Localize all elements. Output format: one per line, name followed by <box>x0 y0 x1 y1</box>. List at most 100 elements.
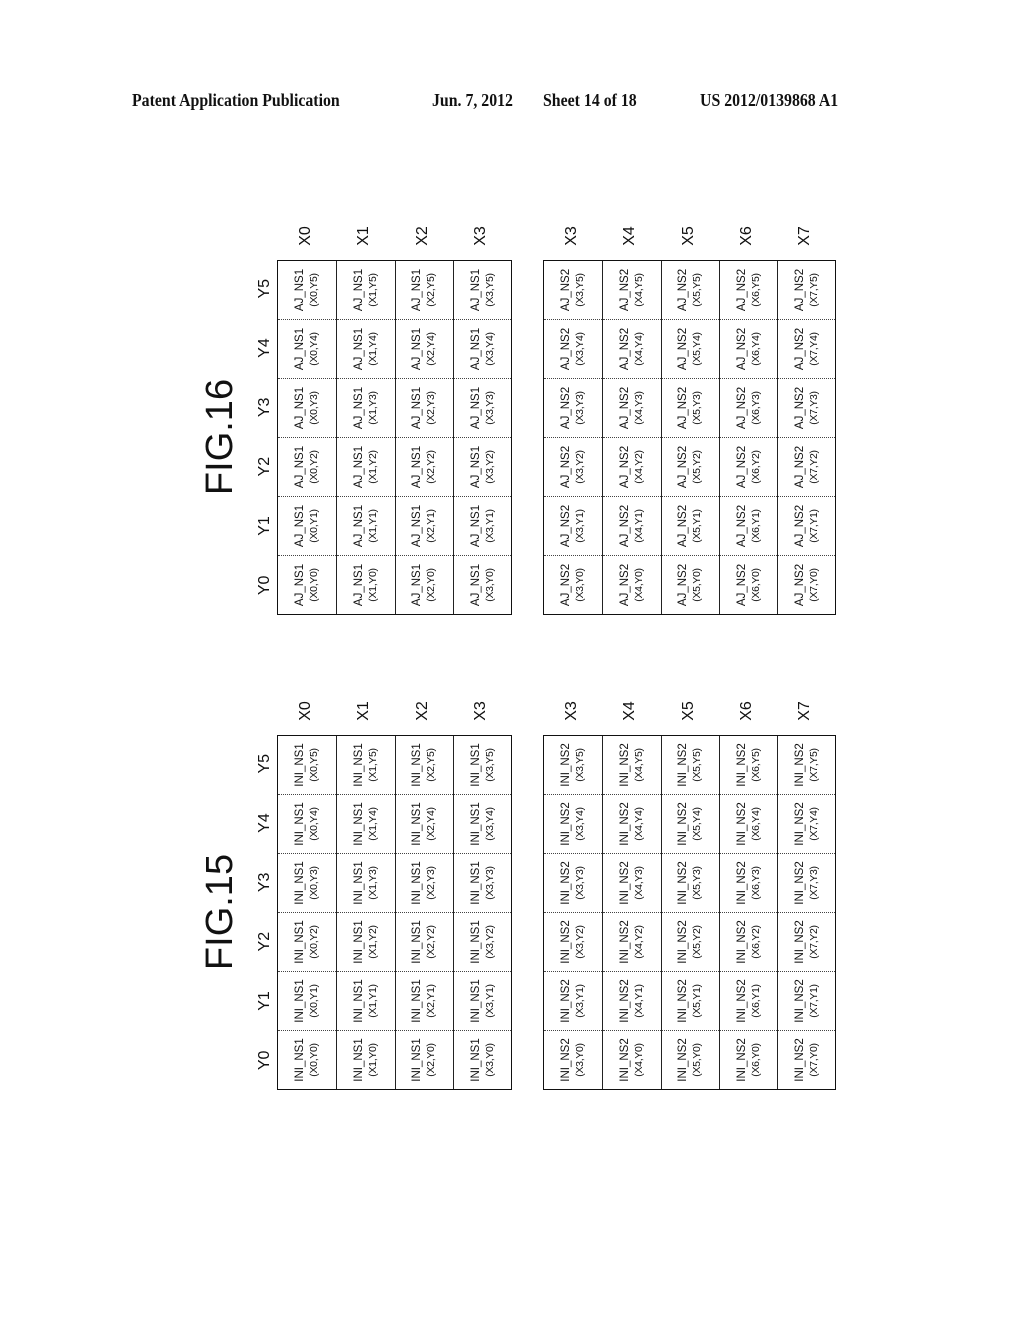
cell-coordinate: (X5,Y3) <box>691 391 704 425</box>
cell-coordinate: (X6,Y2) <box>749 450 762 484</box>
table-cell: INI_NS2 (X4,Y4) <box>603 795 661 854</box>
cell-coordinate: (X2,Y1) <box>425 509 438 543</box>
row-label: X3 <box>472 701 490 721</box>
table-row: AJ_NS2 (X4,Y0) AJ_NS2 (X4,Y1) AJ_NS2 (X4,Y2) A… <box>602 261 661 614</box>
cell-coordinate: (X4,Y4) <box>632 807 645 841</box>
table-cell: INI_NS1 (X1,Y3) <box>337 854 395 913</box>
cell-name: INI_NS1 <box>352 802 365 846</box>
cell-name: AJ_NS1 <box>411 386 424 430</box>
cell-coordinate: (X7,Y0) <box>807 568 820 602</box>
cell-coordinate: (X6,Y0) <box>749 568 762 602</box>
cell-name: AJ_NS2 <box>618 504 631 548</box>
table-aj-ns2: AJ_NS2 (X3,Y0) AJ_NS2 (X3,Y1) AJ_NS2 (X3,Y2) A… <box>543 260 837 615</box>
cell-name: AJ_NS2 <box>677 386 690 430</box>
table-row: INI_NS2 (X7,Y0) INI_NS2 (X7,Y1) INI_NS2 (X7,Y… <box>777 736 836 1089</box>
table-cell: AJ_NS1 (X1,Y2) <box>337 438 395 497</box>
cell-name: AJ_NS2 <box>560 327 573 371</box>
cell-coordinate: (X4,Y5) <box>632 748 645 782</box>
table-cell: AJ_NS1 (X0,Y4) <box>278 320 337 379</box>
cell-name: AJ_NS2 <box>677 327 690 371</box>
cell-coordinate: (X3,Y4) <box>483 332 496 366</box>
cell-name: INI_NS2 <box>560 920 573 964</box>
table-row: INI_NS1 (X2,Y0) INI_NS1 (X2,Y1) INI_NS1 (X2,Y… <box>394 736 453 1089</box>
cell-name: INI_NS1 <box>294 861 307 905</box>
cell-name: INI_NS1 <box>352 743 365 787</box>
table-row: AJ_NS2 (X3,Y0) AJ_NS2 (X3,Y1) AJ_NS2 (X3,Y2) A… <box>544 261 603 614</box>
cell-coordinate: (X6,Y3) <box>749 391 762 425</box>
table-cell: INI_NS2 (X7,Y3) <box>778 854 836 913</box>
table-cell: AJ_NS2 (X3,Y2) <box>544 438 603 497</box>
table-cell: AJ_NS2 (X7,Y5) <box>778 261 836 320</box>
table-cell: AJ_NS1 (X2,Y1) <box>395 497 453 556</box>
table-cell: AJ_NS2 (X7,Y3) <box>778 379 836 438</box>
table-cell: AJ_NS2 (X3,Y0) <box>544 556 602 614</box>
cell-name: AJ_NS2 <box>618 445 631 489</box>
table-cell: INI_NS2 (X4,Y2) <box>603 913 661 972</box>
cell-name: AJ_NS1 <box>294 268 307 312</box>
cell-coordinate: (X3,Y0) <box>574 568 587 602</box>
cell-name: AJ_NS2 <box>677 563 690 607</box>
cell-coordinate: (X1,Y3) <box>366 391 379 425</box>
table-cell: AJ_NS2 (X3,Y4) <box>544 320 603 379</box>
table-row: AJ_NS1 (X3,Y0) AJ_NS1 (X3,Y1) AJ_NS1 (X3,Y2) A… <box>452 261 512 614</box>
table-cell: AJ_NS1 (X3,Y0) <box>454 556 511 614</box>
cell-name: INI_NS1 <box>469 861 482 905</box>
cell-name: INI_NS1 <box>294 979 307 1023</box>
cell-name: AJ_NS1 <box>469 563 482 607</box>
table-cell: INI_NS2 (X7,Y0) <box>778 1031 835 1089</box>
cell-coordinate: (X7,Y4) <box>807 332 820 366</box>
table-cell: INI_NS1 (X1,Y0) <box>337 1031 394 1089</box>
column-label: Y5 <box>256 278 273 299</box>
row-label: X7 <box>796 226 814 246</box>
cell-coordinate: (X2,Y2) <box>425 925 438 959</box>
cell-coordinate: (X3,Y1) <box>483 984 496 1018</box>
table-row: AJ_NS1 (X2,Y0) AJ_NS1 (X2,Y1) AJ_NS1 (X2,Y2) A… <box>394 261 453 614</box>
table-cell: INI_NS1 (X3,Y5) <box>453 736 512 795</box>
cell-name: AJ_NS2 <box>735 327 748 371</box>
cell-name: AJ_NS2 <box>793 504 806 548</box>
cell-coordinate: (X3,Y3) <box>483 866 496 900</box>
table-row: INI_NS2 (X4,Y0) INI_NS2 (X4,Y1) INI_NS2 (X4,Y… <box>602 736 661 1089</box>
column-label: Y3 <box>256 397 273 418</box>
cell-coordinate: (X7,Y3) <box>807 866 820 900</box>
cell-name: INI_NS2 <box>618 920 631 964</box>
cell-name: AJ_NS2 <box>735 504 748 548</box>
cell-coordinate: (X5,Y1) <box>691 509 704 543</box>
cell-name: AJ_NS2 <box>677 445 690 489</box>
table-cell: INI_NS1 (X2,Y4) <box>395 795 453 854</box>
table-cell: AJ_NS2 (X3,Y5) <box>544 261 603 320</box>
cell-coordinate: (X6,Y4) <box>749 807 762 841</box>
cell-coordinate: (X2,Y5) <box>425 273 438 307</box>
cell-coordinate: (X1,Y4) <box>366 807 379 841</box>
cell-name: INI_NS1 <box>352 1038 365 1082</box>
table-cell: INI_NS2 (X4,Y0) <box>603 1031 660 1089</box>
patent-number: US 2012/0139868 A1 <box>700 90 839 110</box>
cell-coordinate: (X0,Y5) <box>308 273 321 307</box>
cell-coordinate: (X1,Y1) <box>366 984 379 1018</box>
cell-coordinate: (X5,Y3) <box>691 866 704 900</box>
table-cell: INI_NS2 (X3,Y4) <box>544 795 603 854</box>
figure-title: FIG.16 <box>199 378 241 496</box>
table-cell: INI_NS2 (X3,Y2) <box>544 913 603 972</box>
cell-coordinate: (X6,Y0) <box>749 1043 762 1077</box>
table-cell: INI_NS1 (X1,Y2) <box>337 913 395 972</box>
table-cell: AJ_NS2 (X5,Y2) <box>661 438 719 497</box>
table-cell: INI_NS1 (X3,Y0) <box>454 1031 511 1089</box>
table-cell: INI_NS1 (X0,Y3) <box>278 854 337 913</box>
cell-name: AJ_NS2 <box>735 563 748 607</box>
cell-name: INI_NS2 <box>618 802 631 846</box>
cell-name: AJ_NS2 <box>793 386 806 430</box>
cell-coordinate: (X3,Y2) <box>483 450 496 484</box>
column-label: Y0 <box>256 575 273 596</box>
cell-coordinate: (X3,Y1) <box>574 984 587 1018</box>
cell-name: AJ_NS2 <box>560 268 573 312</box>
table-row: AJ_NS2 (X5,Y0) AJ_NS2 (X5,Y1) AJ_NS2 (X5,Y2) A… <box>660 261 719 614</box>
table-cell: INI_NS2 (X3,Y1) <box>544 972 603 1031</box>
cell-name: INI_NS1 <box>411 743 424 787</box>
column-labels: Y0 Y1 Y2 Y3 Y4 Y5 <box>250 259 280 615</box>
row-label: X2 <box>413 701 431 721</box>
cell-coordinate: (X2,Y0) <box>425 1043 438 1077</box>
cell-coordinate: (X5,Y1) <box>691 984 704 1018</box>
cell-coordinate: (X5,Y2) <box>691 450 704 484</box>
cell-name: INI_NS2 <box>677 743 690 787</box>
